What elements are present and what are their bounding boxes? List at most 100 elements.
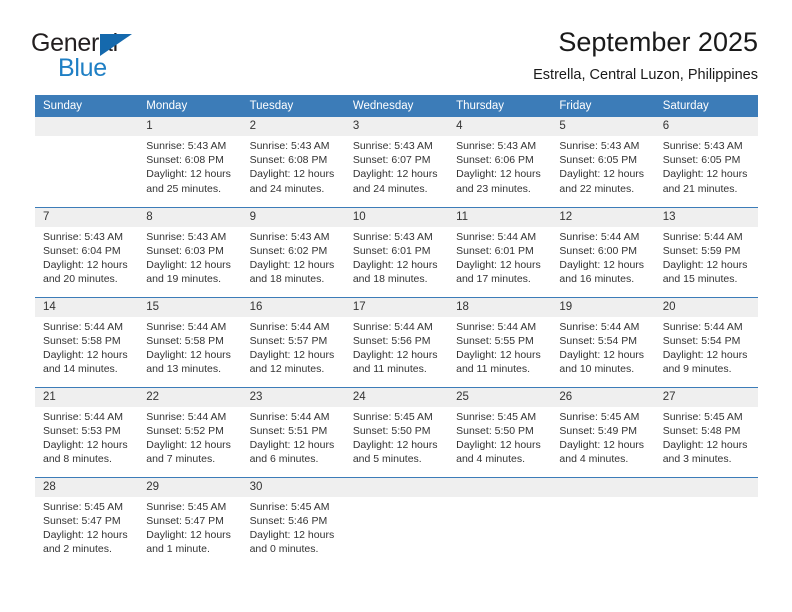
weekday-header-friday: Friday <box>551 95 655 117</box>
sunrise-text: Sunrise: 5:44 AM <box>662 230 743 243</box>
day-number: 30 <box>241 477 345 497</box>
sunrise-text: Sunrise: 5:44 AM <box>146 320 227 333</box>
daylight-text-line1: Daylight: 12 hours <box>456 258 541 271</box>
daylight-text-line1: Daylight: 12 hours <box>456 348 541 361</box>
calendar-day-cell[interactable]: 21 Sunrise: 5:44 AM Sunset: 5:53 PM Dayligh… <box>35 386 139 477</box>
daylight-text-line2: and 18 minutes. <box>249 273 325 286</box>
calendar-day-cell[interactable]: 14 Sunrise: 5:44 AM Sunset: 5:58 PM Dayligh… <box>35 296 139 387</box>
day-sun-info: Sunrise: 5:45 AM Sunset: 5:49 PM Daylight:… <box>551 407 654 467</box>
sunrise-text: Sunrise: 5:45 AM <box>456 410 537 423</box>
calendar-day-cell[interactable]: 7 Sunrise: 5:43 AM Sunset: 6:04 PM Daylight… <box>35 206 139 297</box>
calendar-day-cell[interactable]: 9 Sunrise: 5:43 AM Sunset: 6:02 PM Daylight… <box>241 206 345 297</box>
day-number <box>551 477 655 497</box>
weekday-header-tuesday: Tuesday <box>241 95 345 117</box>
calendar-day-cell[interactable]: 23 Sunrise: 5:44 AM Sunset: 5:51 PM Dayligh… <box>241 386 345 477</box>
calendar-day-cell[interactable]: 4 Sunrise: 5:43 AM Sunset: 6:06 PM Daylight… <box>448 117 552 207</box>
day-sun-info: Sunrise: 5:43 AM Sunset: 6:08 PM Daylight:… <box>138 136 241 196</box>
day-sun-info: Sunrise: 5:45 AM Sunset: 5:46 PM Daylight:… <box>242 497 345 557</box>
day-sun-info: Sunrise: 5:43 AM Sunset: 6:06 PM Daylight:… <box>448 136 551 196</box>
calendar-day-cell[interactable]: 1 Sunrise: 5:43 AM Sunset: 6:08 PM Daylight… <box>138 117 242 207</box>
calendar-day-cell[interactable]: 17 Sunrise: 5:44 AM Sunset: 5:56 PM Dayligh… <box>344 296 449 387</box>
daylight-text-line1: Daylight: 12 hours <box>559 258 645 271</box>
calendar-day-cell[interactable]: 22 Sunrise: 5:44 AM Sunset: 5:52 PM Dayligh… <box>138 386 242 477</box>
sunrise-text: Sunrise: 5:45 AM <box>662 410 743 423</box>
day-sun-info: Sunrise: 5:44 AM Sunset: 5:59 PM Daylight:… <box>655 227 758 287</box>
daylight-text-line1: Daylight: 12 hours <box>43 348 128 361</box>
logo-text-blue: Blue <box>58 54 107 82</box>
sunrise-text: Sunrise: 5:43 AM <box>559 140 640 152</box>
calendar-day-cell[interactable]: 15 Sunrise: 5:44 AM Sunset: 5:58 PM Dayligh… <box>138 296 242 387</box>
calendar-day-cell[interactable]: 27 Sunrise: 5:45 AM Sunset: 5:48 PM Dayligh… <box>654 386 758 477</box>
weekday-header-wednesday: Wednesday <box>344 95 449 117</box>
daylight-text-line2: and 6 minutes. <box>249 453 319 466</box>
sunset-text: Sunset: 6:01 PM <box>352 244 431 257</box>
sunrise-text: Sunrise: 5:45 AM <box>43 500 123 513</box>
calendar-day-cell[interactable]: 5 Sunrise: 5:43 AM Sunset: 6:05 PM Daylight… <box>551 117 655 207</box>
daylight-text-line2: and 14 minutes. <box>43 363 118 376</box>
sunrise-text: Sunrise: 5:43 AM <box>456 140 537 152</box>
sunset-text: Sunset: 5:59 PM <box>662 244 741 257</box>
sunset-text: Sunset: 6:05 PM <box>662 154 741 167</box>
sunset-text: Sunset: 6:01 PM <box>456 244 534 257</box>
day-number: 23 <box>241 387 345 407</box>
daylight-text-line1: Daylight: 12 hours <box>249 168 335 181</box>
day-sun-info: Sunrise: 5:43 AM Sunset: 6:05 PM Daylight:… <box>551 136 654 196</box>
daylight-text-line1: Daylight: 12 hours <box>249 348 335 361</box>
day-sun-info: Sunrise: 5:44 AM Sunset: 5:54 PM Daylight:… <box>551 317 654 377</box>
daylight-text-line1: Daylight: 12 hours <box>146 528 231 541</box>
sunset-text: Sunset: 5:57 PM <box>249 334 328 347</box>
calendar-day-cell[interactable]: 2 Sunrise: 5:43 AM Sunset: 6:08 PM Daylight… <box>241 117 345 207</box>
daylight-text-line2: and 11 minutes. <box>352 363 427 376</box>
calendar-day-cell[interactable]: 25 Sunrise: 5:45 AM Sunset: 5:50 PM Dayligh… <box>448 386 552 477</box>
calendar-day-cell[interactable]: 12 Sunrise: 5:44 AM Sunset: 6:00 PM Dayligh… <box>551 206 655 297</box>
calendar-day-cell[interactable]: 29 Sunrise: 5:45 AM Sunset: 5:47 PM Dayligh… <box>138 476 242 567</box>
day-number: 29 <box>138 477 242 497</box>
sunset-text: Sunset: 6:00 PM <box>559 244 638 257</box>
daylight-text-line2: and 17 minutes. <box>456 273 531 286</box>
sunset-text: Sunset: 5:56 PM <box>352 334 431 347</box>
general-blue-logo[interactable]: General Blue <box>31 24 151 81</box>
calendar-day-cell[interactable]: 6 Sunrise: 5:43 AM Sunset: 6:05 PM Daylight… <box>654 117 758 207</box>
day-sun-info: Sunrise: 5:43 AM Sunset: 6:05 PM Daylight:… <box>655 136 758 196</box>
calendar-day-cell[interactable]: 3 Sunrise: 5:43 AM Sunset: 6:07 PM Daylight… <box>344 117 449 207</box>
day-number: 3 <box>344 117 449 136</box>
daylight-text-line1: Daylight: 12 hours <box>456 438 541 451</box>
day-number: 5 <box>551 117 655 136</box>
sunset-text: Sunset: 5:58 PM <box>146 334 224 347</box>
calendar-week-row: 1 Sunrise: 5:43 AM Sunset: 6:08 PM Daylight… <box>35 117 758 207</box>
day-number: 24 <box>344 387 449 407</box>
daylight-text-line2: and 16 minutes. <box>559 273 635 286</box>
daylight-text-line1: Daylight: 12 hours <box>456 168 541 181</box>
weekday-header-monday: Monday <box>138 95 242 117</box>
daylight-text-line1: Daylight: 12 hours <box>352 348 438 361</box>
calendar-day-cell[interactable]: 16 Sunrise: 5:44 AM Sunset: 5:57 PM Dayligh… <box>241 296 345 387</box>
calendar-day-cell[interactable]: 24 Sunrise: 5:45 AM Sunset: 5:50 PM Dayligh… <box>344 386 449 477</box>
day-sun-info: Sunrise: 5:45 AM Sunset: 5:50 PM Daylight:… <box>448 407 551 467</box>
daylight-text-line2: and 13 minutes. <box>146 363 221 376</box>
calendar-day-cell[interactable]: 8 Sunrise: 5:43 AM Sunset: 6:03 PM Daylight… <box>138 206 242 297</box>
day-sun-info: Sunrise: 5:45 AM Sunset: 5:47 PM Daylight:… <box>35 497 138 557</box>
daylight-text-line1: Daylight: 12 hours <box>559 438 645 451</box>
daylight-text-line2: and 24 minutes. <box>249 182 325 195</box>
calendar-day-cell[interactable]: 30 Sunrise: 5:45 AM Sunset: 5:46 PM Dayligh… <box>241 476 345 567</box>
calendar-day-cell[interactable]: 10 Sunrise: 5:43 AM Sunset: 6:01 PM Dayligh… <box>344 206 449 297</box>
calendar-day-cell[interactable]: 13 Sunrise: 5:44 AM Sunset: 5:59 PM Dayligh… <box>654 206 758 297</box>
calendar-day-cell[interactable]: 28 Sunrise: 5:45 AM Sunset: 5:47 PM Dayligh… <box>35 476 139 567</box>
day-number: 27 <box>654 387 758 407</box>
day-sun-info: Sunrise: 5:43 AM Sunset: 6:04 PM Daylight:… <box>35 227 138 287</box>
sunrise-text: Sunrise: 5:45 AM <box>352 410 433 423</box>
calendar-day-cell[interactable]: 20 Sunrise: 5:44 AM Sunset: 5:54 PM Dayligh… <box>654 296 758 387</box>
calendar-week-row: 7 Sunrise: 5:43 AM Sunset: 6:04 PM Daylight… <box>35 206 758 297</box>
sunset-text: Sunset: 6:06 PM <box>456 154 534 167</box>
day-number: 17 <box>344 297 449 317</box>
calendar-day-cell[interactable]: 11 Sunrise: 5:44 AM Sunset: 6:01 PM Dayligh… <box>448 206 552 297</box>
calendar-day-cell[interactable]: 18 Sunrise: 5:44 AM Sunset: 5:55 PM Dayligh… <box>448 296 552 387</box>
daylight-text-line1: Daylight: 12 hours <box>662 348 748 361</box>
calendar-day-cell[interactable]: 26 Sunrise: 5:45 AM Sunset: 5:49 PM Dayligh… <box>551 386 655 477</box>
calendar-day-cell[interactable]: 19 Sunrise: 5:44 AM Sunset: 5:54 PM Dayligh… <box>551 296 655 387</box>
daylight-text-line2: and 11 minutes. <box>456 363 531 376</box>
daylight-text-line1: Daylight: 12 hours <box>43 528 128 541</box>
daylight-text-line2: and 19 minutes. <box>146 273 221 286</box>
weekday-header-row: Sunday Monday Tuesday Wednesday Thursday… <box>35 95 758 117</box>
sunset-text: Sunset: 6:03 PM <box>146 244 224 257</box>
